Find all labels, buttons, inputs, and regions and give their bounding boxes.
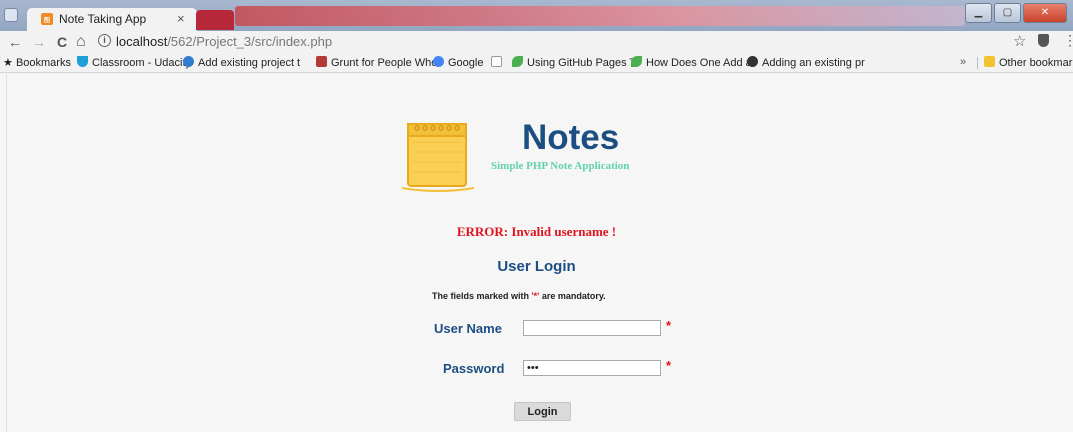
bookmark-grunt[interactable]: Grunt for People Who xyxy=(316,56,437,69)
new-tab-button[interactable] xyxy=(196,10,234,30)
site-info-icon[interactable]: i xyxy=(98,34,111,47)
page-edge xyxy=(6,74,7,432)
username-required-mark: * xyxy=(666,318,672,333)
address-bar[interactable]: i localhost/562/Project_3/src/index.php xyxy=(94,33,999,51)
bookmark-classroom-udacity[interactable]: Classroom - Udacity xyxy=(77,56,191,69)
bookmarks-label[interactable]: ★ Bookmarks xyxy=(3,56,71,69)
hint-suffix: are mandatory. xyxy=(539,291,606,301)
extension-shield-icon[interactable] xyxy=(1038,34,1049,47)
login-heading: User Login xyxy=(497,258,576,275)
browser-menu-icon[interactable]: ⋮ xyxy=(1063,32,1073,49)
back-arrow-icon[interactable]: ← xyxy=(8,33,22,51)
app-title: Notes xyxy=(522,118,620,157)
other-bookmarks[interactable]: Other bookmarks xyxy=(984,56,1073,69)
bookmark-adding-existing-project[interactable]: Adding an existing pr xyxy=(747,56,865,69)
leaf-icon xyxy=(631,56,642,67)
username-input[interactable] xyxy=(523,320,661,336)
bookmark-using-github-pages[interactable]: Using GitHub Pages T xyxy=(512,56,636,69)
minimize-button[interactable]: ▁ xyxy=(965,3,992,23)
home-icon[interactable]: ⌂ xyxy=(76,33,86,51)
blurred-taskbar-area xyxy=(235,6,965,26)
address-toolbar: ← → C ⌂ i localhost/562/Project_3/src/in… xyxy=(0,31,1073,53)
bookmark-google[interactable]: Google xyxy=(433,56,483,69)
bookmarks-bar: ★ Bookmarks Classroom - Udacity Add exis… xyxy=(0,53,1073,73)
page-icon xyxy=(491,56,502,67)
tab-note-taking-app[interactable]: ஐ Note Taking App × xyxy=(27,8,197,31)
mandatory-fields-hint: The fields marked with '*' are mandatory… xyxy=(432,291,606,301)
window-controls: ▁ ▢ ✕ xyxy=(965,3,1067,23)
star-icon: ★ xyxy=(3,57,13,69)
url-path: /562/Project_3/src/index.php xyxy=(167,34,333,49)
login-button[interactable]: Login xyxy=(514,402,571,421)
password-input[interactable] xyxy=(523,360,661,376)
google-icon xyxy=(433,56,444,67)
tab-close-icon[interactable]: × xyxy=(177,11,185,26)
username-label: User Name xyxy=(434,321,502,336)
app-subtitle: Simple PHP Note Application xyxy=(491,160,630,172)
hint-prefix: The fields marked with xyxy=(432,291,532,301)
bookmarks-overflow-icon[interactable]: » xyxy=(960,56,966,68)
bookmarks-divider xyxy=(977,57,978,69)
bookmark-how-does-one-add[interactable]: How Does One Add a xyxy=(631,56,752,69)
bookmark-star-icon[interactable]: ☆ xyxy=(1013,32,1026,50)
udacity-icon xyxy=(77,56,88,67)
error-message: ERROR: Invalid username ! xyxy=(456,224,617,239)
password-required-mark: * xyxy=(666,358,672,373)
bookmark-add-existing-project[interactable]: Add existing project t xyxy=(183,56,300,69)
cloud-icon xyxy=(183,56,194,67)
url-text: localhost/562/Project_3/src/index.php xyxy=(116,34,332,49)
leaf-icon xyxy=(512,56,523,67)
folder-icon xyxy=(984,56,995,67)
bookmark-blank-page[interactable] xyxy=(491,56,506,69)
maximize-button[interactable]: ▢ xyxy=(994,3,1021,23)
reload-icon[interactable]: C xyxy=(57,33,67,51)
tab-title: Note Taking App xyxy=(59,12,147,26)
url-host: localhost xyxy=(116,34,168,49)
grunt-icon xyxy=(316,56,327,67)
xampp-favicon-icon: ஐ xyxy=(41,13,53,25)
close-window-button[interactable]: ✕ xyxy=(1023,3,1067,23)
forward-arrow-icon[interactable]: → xyxy=(32,33,46,51)
github-icon xyxy=(747,56,758,67)
password-label: Password xyxy=(443,361,505,376)
browser-title-bar: ஐ Note Taking App × ▁ ▢ ✕ xyxy=(0,0,1073,31)
window-menu-icon[interactable] xyxy=(4,8,18,22)
notepad-logo-icon xyxy=(401,123,475,192)
